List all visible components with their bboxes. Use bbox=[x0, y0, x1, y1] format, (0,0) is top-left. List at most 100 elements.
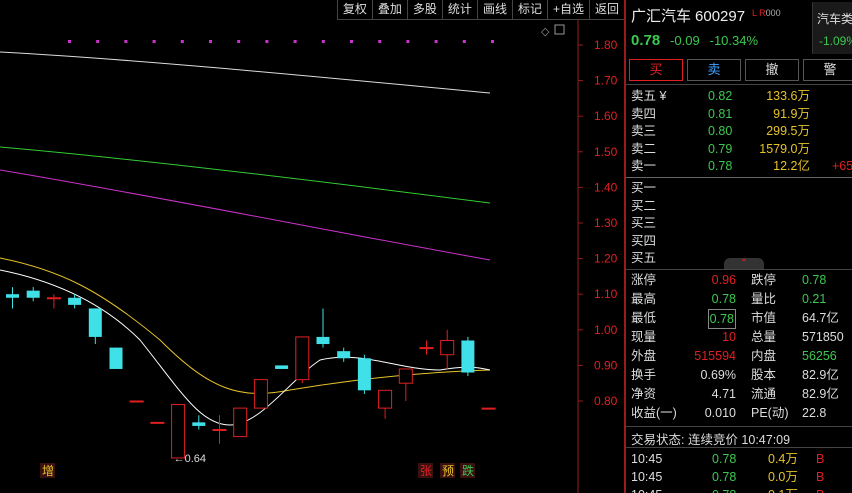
candle-body bbox=[461, 340, 475, 373]
stat-value: 82.9亿 bbox=[802, 387, 839, 401]
candle-body bbox=[275, 365, 289, 369]
ask-label: 卖一 bbox=[631, 159, 657, 173]
quote-panel: 广汇汽车600297 L R000 汽车类 -1.09% 0.78 -0.09 … bbox=[626, 0, 852, 493]
bid-label: 买三 bbox=[631, 216, 657, 230]
ask-label: 卖五 ¥ bbox=[631, 89, 667, 103]
signal-dot bbox=[350, 40, 353, 43]
ask-row[interactable]: 卖一 0.78 12.2亿 +65 bbox=[626, 157, 852, 175]
candle-body bbox=[398, 368, 413, 384]
signal-dot bbox=[237, 40, 241, 43]
candle-body bbox=[295, 336, 310, 381]
candle-body bbox=[378, 389, 393, 409]
price-quote: 0.78 -0.09 -10.34% bbox=[631, 32, 758, 49]
candle-body bbox=[26, 290, 40, 298]
action-button-2[interactable]: 撤 bbox=[745, 59, 799, 81]
stat-row: 外盘 515594 内盘 56256 bbox=[626, 347, 852, 365]
stat-value: 4.71 bbox=[711, 387, 736, 401]
action-button-3[interactable]: 警 bbox=[803, 59, 852, 81]
candle-body bbox=[150, 421, 165, 424]
stat-label: 现量 bbox=[631, 330, 657, 344]
signal-dot bbox=[434, 40, 438, 43]
price-axis-label: 1.50 bbox=[594, 145, 618, 159]
stock-tag-suffix: 000 bbox=[765, 8, 781, 18]
stat-value: 82.9亿 bbox=[802, 368, 839, 382]
stat-row: 净资 4.71 流通 82.9亿 bbox=[626, 385, 852, 403]
signal-dot bbox=[96, 40, 100, 43]
chart-toolbar: 复权 叠加 多股 统计 画线 标记 +自选 返回 bbox=[0, 0, 624, 20]
candle-body bbox=[171, 404, 186, 459]
toolbar-button-4[interactable]: 画线 bbox=[476, 0, 512, 20]
stock-code: 600297 bbox=[695, 8, 746, 25]
bid-label: 买五 bbox=[631, 251, 657, 265]
action-button-0[interactable]: 买 bbox=[629, 59, 683, 81]
toolbar-button-1[interactable]: 叠加 bbox=[371, 0, 407, 20]
stat-value: 56256 bbox=[802, 349, 837, 363]
ask-label: 卖二 bbox=[631, 141, 657, 156]
candle-body bbox=[253, 379, 268, 409]
tick-price: 0.78 bbox=[712, 470, 737, 484]
ask-volume: 133.6万 bbox=[766, 89, 810, 103]
sector-box[interactable]: 汽车类 -1.09% bbox=[812, 2, 852, 54]
candle-body bbox=[419, 347, 434, 350]
toolbar-button-2[interactable]: 多股 bbox=[406, 0, 442, 20]
toolbar-button-6[interactable]: +自选 bbox=[546, 0, 589, 20]
candle-body bbox=[88, 308, 102, 337]
signal-dot bbox=[378, 40, 382, 43]
ask-volume: 1579.0万 bbox=[759, 141, 810, 156]
signal-dot bbox=[152, 40, 156, 43]
stat-row: 最高 0.78 量比 0.21 bbox=[626, 290, 852, 308]
bid-row[interactable]: 买一 bbox=[626, 179, 852, 197]
stat-row: 涨停 0.96 跌停 0.78 bbox=[626, 271, 852, 289]
bottom-marker: 跌 bbox=[462, 463, 474, 478]
tick-price: 0.78 bbox=[712, 452, 737, 466]
stat-row: 最低 0.78 市值 64.7亿 bbox=[626, 309, 852, 329]
kline-svg: ◇ 1.80 1.70 1.60 1.50 1.40 1.30 1.20 1.10 1.00 0.9… bbox=[0, 20, 618, 493]
price-axis-label: 0.80 bbox=[594, 394, 618, 408]
stat-value: 0.96 bbox=[711, 273, 736, 287]
ask-price: 0.79 bbox=[708, 141, 733, 156]
divider bbox=[626, 447, 852, 448]
trade-status: 交易状态: 连续竞价 10:47:09 bbox=[631, 433, 791, 447]
signal-dot bbox=[406, 40, 410, 43]
toolbar-button-5[interactable]: 标记 bbox=[511, 0, 547, 20]
ask-row[interactable]: 卖五 ¥ 0.82 133.6万 bbox=[626, 87, 852, 105]
ask-row[interactable]: 卖二 0.79 1579.0万 bbox=[626, 140, 852, 158]
tick-volume: 0.4万 bbox=[768, 452, 798, 466]
toolbar-button-3[interactable]: 统计 bbox=[441, 0, 477, 20]
stat-label: 最高 bbox=[631, 292, 657, 306]
tick-volume: 0.1万 bbox=[768, 486, 798, 493]
bid-row[interactable]: 买四 bbox=[626, 232, 852, 250]
bid-row[interactable]: 买二 bbox=[626, 197, 852, 215]
toolbar-button-7[interactable]: 返回 bbox=[588, 0, 624, 20]
ask-row[interactable]: 卖三 0.80 299.5万 bbox=[626, 122, 852, 140]
ask-volume: 299.5万 bbox=[766, 124, 810, 138]
signal-dot bbox=[68, 40, 71, 43]
toolbar-button-0[interactable]: 复权 bbox=[336, 0, 372, 20]
stat-value: 0.21 bbox=[802, 292, 827, 306]
stat-row: 收益(一) 0.010 PE(动) 22.8 bbox=[626, 404, 852, 422]
price-axis-label: 1.40 bbox=[594, 180, 618, 194]
trade-actions: 买卖撤警 bbox=[629, 59, 852, 81]
ask-volume: 12.2亿 bbox=[773, 159, 810, 173]
price-change-pct: -10.34% bbox=[709, 33, 759, 48]
candle-body bbox=[481, 407, 496, 410]
ma5-line bbox=[0, 269, 491, 426]
stat-label: PE(动) bbox=[751, 406, 789, 420]
candle-body bbox=[6, 294, 19, 298]
action-button-1[interactable]: 卖 bbox=[687, 59, 741, 81]
ask-extra: +65 bbox=[832, 159, 852, 173]
ask-row[interactable]: 卖四 0.81 91.9万 bbox=[626, 105, 852, 123]
bid-row[interactable]: 买三 bbox=[626, 214, 852, 232]
divider bbox=[626, 84, 852, 85]
tick-time: 10:45 bbox=[631, 470, 663, 484]
kline-chart[interactable]: ◇ 1.80 1.70 1.60 1.50 1.40 1.30 1.20 1.10 1.00 0.9… bbox=[0, 20, 624, 493]
candle-body bbox=[357, 358, 371, 391]
stat-value: 515594 bbox=[694, 349, 736, 363]
tick-side: B bbox=[816, 452, 825, 466]
stat-value: 0.78 bbox=[802, 273, 827, 287]
ask-price: 0.82 bbox=[708, 89, 733, 103]
stat-label: 外盘 bbox=[631, 349, 657, 363]
stat-value: 0.78 bbox=[711, 292, 736, 306]
stat-value: 64.7亿 bbox=[802, 311, 839, 325]
stat-value: 22.8 bbox=[802, 406, 827, 420]
